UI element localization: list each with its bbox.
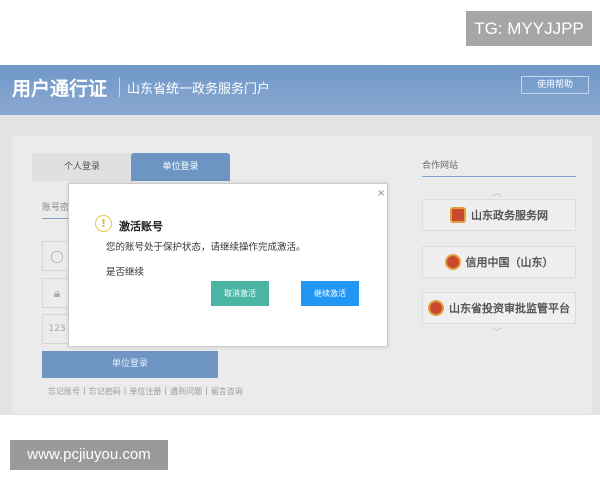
chevron-down-icon[interactable]: ﹀ (492, 324, 502, 339)
tab-organization-login[interactable]: 单位登录 (131, 153, 230, 181)
message-link[interactable]: 留言咨询 (211, 386, 243, 397)
dialog-title: 激活账号 (119, 220, 163, 233)
login-links: 忘记账号 | 忘记密码 | 单位注册 | 遇到问题 | 留言咨询 (48, 386, 243, 397)
watermark-bottom: www.pcjiuyou.com (10, 440, 168, 470)
forgot-password-link[interactable]: 忘记密码 (89, 386, 121, 397)
watermark-top: TG: MYYJJPP (466, 11, 592, 46)
active-underline (42, 218, 68, 219)
account-password-tab[interactable]: 账号密 (42, 200, 69, 213)
partner-link[interactable]: 山东省投资审批监管平台 (422, 292, 576, 324)
cancel-activation-button[interactable]: 取消激活 (211, 281, 269, 306)
login-button[interactable]: 单位登录 (42, 351, 218, 378)
problem-link[interactable]: 遇到问题 (170, 386, 202, 397)
divider (119, 77, 120, 97)
continue-activation-button[interactable]: 继续激活 (301, 281, 359, 306)
chevron-up-icon[interactable]: ︿ (492, 184, 502, 199)
seal-icon (450, 207, 466, 223)
dialog-question: 是否继续 (106, 267, 145, 278)
help-button[interactable]: 使用帮助 (521, 76, 589, 94)
emblem-icon (444, 254, 461, 270)
partner-link[interactable]: 信用中国（山东） (422, 246, 576, 278)
portal-title: 山东省统一政务服务门户 (127, 82, 271, 97)
tab-personal-login[interactable]: 个人登录 (32, 153, 132, 181)
warning-icon: ! (95, 215, 112, 232)
partners-title: 合作网站 (422, 161, 459, 171)
divider (422, 176, 576, 177)
register-link[interactable]: 单位注册 (129, 386, 161, 397)
partner-link[interactable]: 山东政务服务网 (422, 199, 576, 231)
activation-dialog: × ! 激活账号 您的账号处于保护状态，请继续操作完成激活。 是否继续 取消激活… (68, 183, 388, 347)
brand-title: 用户通行证 (12, 78, 108, 100)
close-icon[interactable]: × (377, 188, 385, 199)
dialog-message: 您的账号处于保护状态，请继续操作完成激活。 (106, 242, 306, 253)
emblem-icon (428, 300, 444, 316)
forgot-account-link[interactable]: 忘记账号 (48, 386, 80, 397)
